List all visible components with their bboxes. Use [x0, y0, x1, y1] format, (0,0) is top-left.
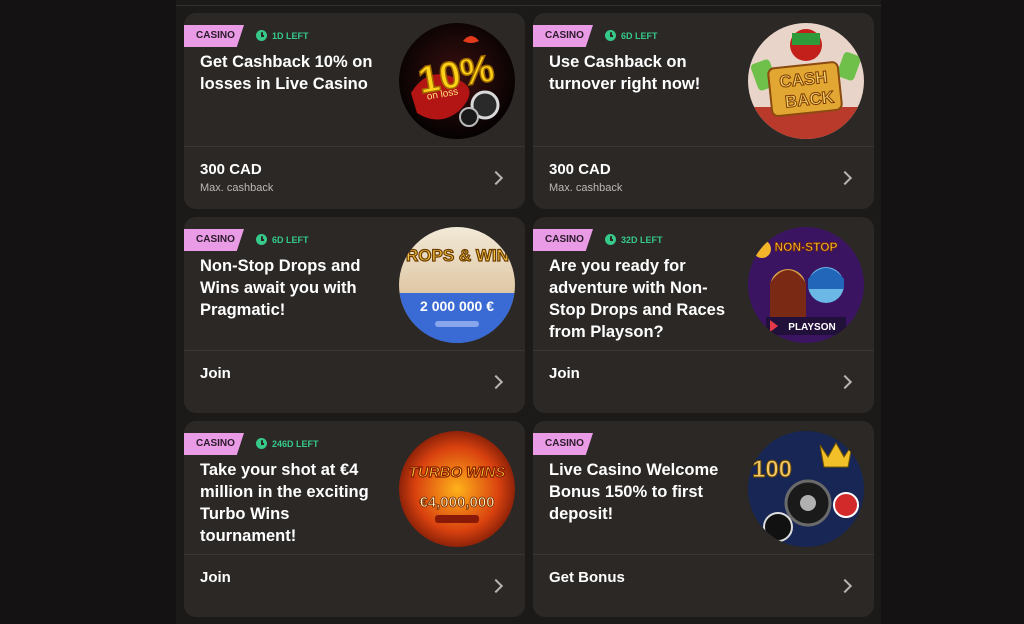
clock-icon: [256, 438, 267, 449]
card-divider: [533, 350, 874, 351]
promo-card-playson[interactable]: CASINO 32D LEFT Are you ready for advent…: [533, 217, 874, 413]
time-left: 246D LEFT: [256, 438, 319, 449]
time-left-label: 6D LEFT: [621, 30, 658, 41]
art-subtext: PLAYSON: [788, 322, 835, 333]
clock-icon: [605, 30, 616, 41]
chevron-right-icon[interactable]: [488, 578, 504, 594]
card-divider: [533, 554, 874, 555]
category-badge: CASINO: [184, 229, 244, 251]
top-divider: [176, 5, 881, 6]
promo-title: Use Cashback on turnover right now!: [549, 53, 701, 93]
card-divider: [184, 146, 525, 147]
clock-icon: [256, 234, 267, 245]
time-left: 6D LEFT: [256, 234, 309, 245]
category-badge: CASINO: [184, 433, 244, 455]
time-left: 32D LEFT: [605, 234, 663, 245]
card-divider: [184, 350, 525, 351]
time-left: 6D LEFT: [605, 30, 658, 41]
time-left-label: 32D LEFT: [621, 234, 663, 245]
promo-title: Live Casino Welcome Bonus 150% to first …: [549, 461, 719, 523]
promo-value-caption: Max. cashback: [200, 182, 274, 194]
art-text: TURBO WINS: [409, 464, 506, 481]
promo-card-cashback-turnover[interactable]: CASINO 6D LEFT Use Cashback on turnover …: [533, 13, 874, 209]
drops-and-wins-image: DROPS & WINS 2 000 000 €: [399, 227, 515, 343]
art-text: 100: [752, 456, 792, 483]
join-button[interactable]: Join: [549, 365, 580, 382]
get-bonus-button[interactable]: Get Bonus: [549, 569, 625, 586]
time-left: 1D LEFT: [256, 30, 309, 41]
promo-title: Non-Stop Drops and Wins await you with P…: [200, 257, 361, 319]
category-badge: CASINO: [184, 25, 244, 47]
category-badge: CASINO: [533, 433, 593, 455]
time-left-label: 246D LEFT: [272, 438, 319, 449]
clock-icon: [605, 234, 616, 245]
cashback-10-percent-image: 10% on loss: [399, 23, 515, 139]
promo-value: 300 CAD: [200, 161, 262, 178]
category-badge: CASINO: [533, 25, 593, 47]
promotions-panel: CASINO 1D LEFT Get Cashback 10% on losse…: [176, 0, 881, 624]
promo-title: Are you ready for adventure with Non-Sto…: [549, 257, 726, 341]
playson-drops-races-image: NON-STOP PLAYSON: [748, 227, 864, 343]
promo-value-caption: Max. cashback: [549, 182, 623, 194]
card-divider: [184, 554, 525, 555]
promo-card-live-casino-bonus[interactable]: CASINO Live Casino Welcome Bonus 150% to…: [533, 421, 874, 617]
art-text: NON-STOP: [774, 240, 837, 254]
turbo-wins-image: TURBO WINS €4,000,000: [399, 431, 515, 547]
promo-card-drops-wins[interactable]: CASINO 6D LEFT Non-Stop Drops and Wins a…: [184, 217, 525, 413]
clock-icon: [256, 30, 267, 41]
live-casino-bonus-image: 100: [748, 431, 864, 547]
chevron-right-icon[interactable]: [837, 578, 853, 594]
chevron-right-icon[interactable]: [837, 170, 853, 186]
category-badge: CASINO: [533, 229, 593, 251]
art-text: DROPS & WINS: [399, 246, 515, 265]
promo-card-turbo-wins[interactable]: CASINO 246D LEFT Take your shot at €4 mi…: [184, 421, 525, 617]
art-subtext: €4,000,000: [419, 494, 494, 511]
join-button[interactable]: Join: [200, 365, 231, 382]
chevron-right-icon[interactable]: [837, 374, 853, 390]
join-button[interactable]: Join: [200, 569, 231, 586]
chevron-right-icon[interactable]: [488, 170, 504, 186]
time-left-label: 1D LEFT: [272, 30, 309, 41]
promo-title: Get Cashback 10% on losses in Live Casin…: [200, 53, 373, 93]
art-subtext: 2 000 000 €: [420, 298, 494, 314]
card-divider: [533, 146, 874, 147]
promo-value: 300 CAD: [549, 161, 611, 178]
promo-title: Take your shot at €4 million in the exci…: [200, 461, 369, 545]
time-left-label: 6D LEFT: [272, 234, 309, 245]
promo-card-cashback-live[interactable]: CASINO 1D LEFT Get Cashback 10% on losse…: [184, 13, 525, 209]
chevron-right-icon[interactable]: [488, 374, 504, 390]
cashback-turnover-image: CASH BACK: [748, 23, 864, 139]
